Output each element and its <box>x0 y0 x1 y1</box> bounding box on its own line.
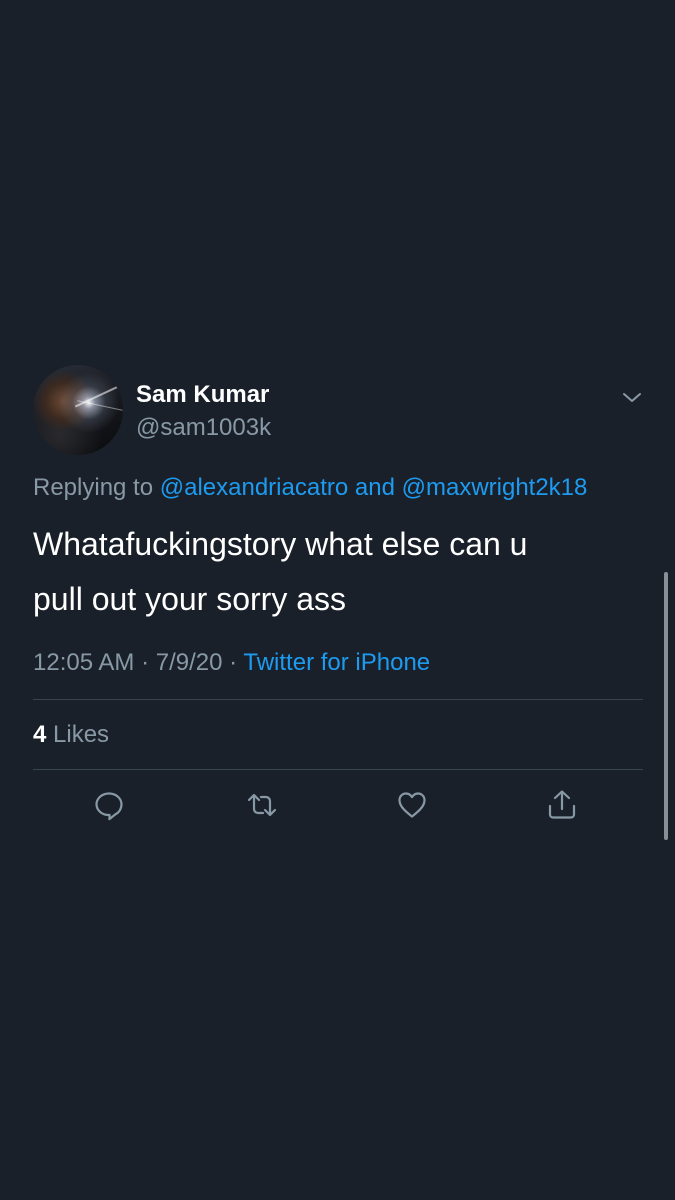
share-icon[interactable] <box>545 788 579 822</box>
avatar-light-streak <box>77 400 123 411</box>
author-handle[interactable]: @sam1003k <box>136 414 271 442</box>
meta-separator: · <box>141 649 150 676</box>
reply-joiner[interactable]: and <box>355 474 395 501</box>
tweet-source-link[interactable]: Twitter for iPhone <box>243 649 430 676</box>
likes-stat[interactable]: 4 Likes <box>33 700 643 770</box>
tweet-meta: 12:05 AM · 7/9/20 · Twitter for iPhone <box>33 649 643 700</box>
tweet-header: Sam Kumar @sam1003k <box>33 362 643 455</box>
avatar[interactable] <box>33 365 123 455</box>
reply-mention-1[interactable]: @alexandriacatro <box>160 474 348 501</box>
tweet-text: Whatafuckingstory what else can u pull o… <box>33 517 643 627</box>
replying-prefix: Replying to <box>33 474 154 501</box>
reply-icon[interactable] <box>92 788 126 822</box>
tweet-text-line: pull out your sorry ass <box>33 581 347 617</box>
like-icon[interactable] <box>395 788 429 822</box>
chevron-down-icon[interactable] <box>621 386 643 408</box>
tweet-time: 12:05 AM <box>33 649 135 676</box>
author-name[interactable]: Sam Kumar <box>136 381 269 409</box>
replying-to-line: Replying to @alexandriacatro and @maxwri… <box>33 474 643 502</box>
reply-mention-2[interactable]: @maxwright2k18 <box>402 474 588 501</box>
tweet-text-line: Whatafuckingstory what else can u <box>33 526 528 562</box>
scrollbar[interactable] <box>664 572 668 840</box>
likes-count: 4 <box>33 721 47 748</box>
likes-label: Likes <box>53 721 110 748</box>
tweet-detail: Sam Kumar @sam1003k Replying to @alexand… <box>33 362 643 850</box>
action-bar <box>33 770 643 850</box>
tweet-date: 7/9/20 <box>155 649 223 676</box>
meta-separator: · <box>229 649 238 676</box>
retweet-icon[interactable] <box>245 788 279 822</box>
